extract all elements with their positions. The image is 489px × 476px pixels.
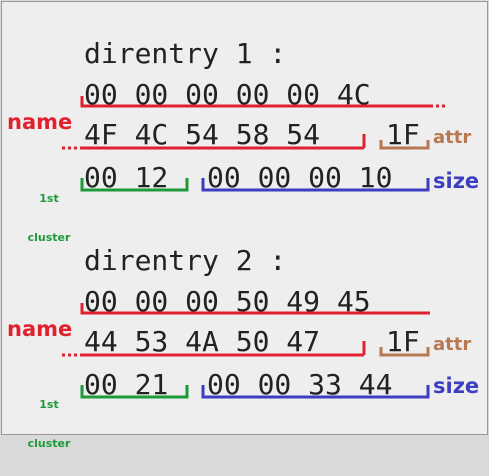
entry-2-cluster-bracket <box>80 385 189 399</box>
diagram-canvas: direntry 1 : 00 00 00 00 00 4C 4F 4C 54 … <box>1 1 488 450</box>
entry-1-size-bracket <box>201 178 430 192</box>
entry-1-name-bracket-dots <box>62 104 446 150</box>
entry-1-name-bracket <box>80 96 430 150</box>
entry-2-size-bracket <box>201 385 430 399</box>
cluster-label-line2: cluster <box>27 437 71 450</box>
entry-2-attr-bracket <box>379 347 430 357</box>
entry-1-cluster-bracket <box>80 178 189 192</box>
bracket-overlay <box>62 96 446 399</box>
entry-2-name-bracket <box>80 303 430 357</box>
entry-1-attr-bracket <box>379 140 430 150</box>
